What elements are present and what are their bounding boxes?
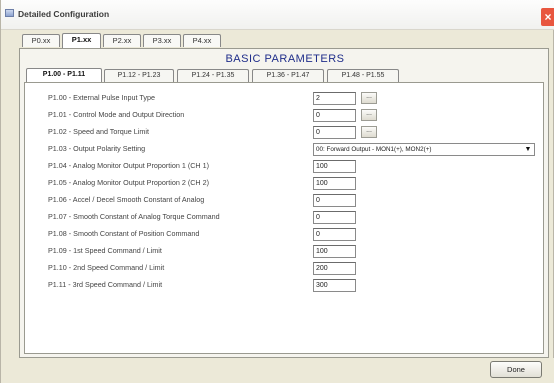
- param-row: P1.05 - Analog Monitor Output Proportion…: [25, 177, 545, 191]
- param-row: P1.02 - Speed and Torque Limit 0 ...: [25, 126, 545, 140]
- param-row: P1.00 - External Pulse Input Type 2 ...: [25, 92, 545, 106]
- param-value-field[interactable]: 0: [313, 228, 356, 241]
- param-label: P1.04 - Analog Monitor Output Proportion…: [48, 161, 210, 170]
- title-bar: Detailed Configuration ×: [1, 0, 554, 30]
- window-title: Detailed Configuration: [18, 9, 110, 19]
- subtab-p1-48-55[interactable]: P1.48 - P1.55: [327, 69, 399, 82]
- subtab-p1-12-23[interactable]: P1.12 - P1.23: [104, 69, 174, 82]
- tab-p0[interactable]: P0.xx: [22, 34, 60, 47]
- param-value-field[interactable]: 100: [313, 177, 356, 190]
- parameter-list: P1.00 - External Pulse Input Type 2 ... …: [24, 82, 544, 354]
- param-label: P1.02 - Speed and Torque Limit: [48, 127, 149, 136]
- param-row: P1.09 - 1st Speed Command / Limit 100: [25, 245, 545, 259]
- select-value: 00: Forward Output - MON1(+), MON2(+): [316, 146, 432, 153]
- param-label: P1.00 - External Pulse Input Type: [48, 93, 155, 102]
- param-row: P1.08 - Smooth Constant of Position Comm…: [25, 228, 545, 242]
- param-value-field[interactable]: 2: [313, 92, 356, 105]
- tab-p1[interactable]: P1.xx: [62, 33, 101, 48]
- tab-p3[interactable]: P3.xx: [143, 34, 181, 47]
- param-value-field[interactable]: 0: [313, 126, 356, 139]
- tab-p2[interactable]: P2.xx: [103, 34, 141, 47]
- param-label: P1.06 - Accel / Decel Smooth Constant of…: [48, 195, 205, 204]
- parameters-panel: BASIC PARAMETERS P1.00 - P1.11 P1.12 - P…: [19, 48, 549, 358]
- param-row: P1.07 - Smooth Constant of Analog Torque…: [25, 211, 545, 225]
- param-label: P1.09 - 1st Speed Command / Limit: [48, 246, 162, 255]
- param-label: P1.01 - Control Mode and Output Directio…: [48, 110, 185, 119]
- param-value-field[interactable]: 0: [313, 109, 356, 122]
- param-value-field[interactable]: 100: [313, 160, 356, 173]
- param-value-field[interactable]: 0: [313, 194, 356, 207]
- sub-tab-strip: P1.00 - P1.11 P1.12 - P1.23 P1.24 - P1.3…: [24, 68, 544, 83]
- subtab-p1-24-35[interactable]: P1.24 - P1.35: [177, 69, 249, 82]
- close-button[interactable]: ×: [541, 8, 554, 26]
- param-row: P1.06 - Accel / Decel Smooth Constant of…: [25, 194, 545, 208]
- param-row: P1.11 - 3rd Speed Command / Limit 300: [25, 279, 545, 293]
- param-row: P1.04 - Analog Monitor Output Proportion…: [25, 160, 545, 174]
- param-label: P1.05 - Analog Monitor Output Proportion…: [48, 178, 210, 187]
- param-label: P1.03 - Output Polarity Setting: [48, 144, 146, 153]
- window-app-icon: [5, 9, 14, 17]
- browse-button[interactable]: ...: [361, 126, 377, 138]
- panel-title: BASIC PARAMETERS: [225, 53, 345, 65]
- dialog-footer: Done: [1, 358, 554, 383]
- param-value-field[interactable]: 0: [313, 211, 356, 224]
- subtab-p1-36-47[interactable]: P1.36 - P1.47: [252, 69, 324, 82]
- param-label: P1.11 - 3rd Speed Command / Limit: [48, 280, 163, 289]
- browse-button[interactable]: ...: [361, 92, 377, 104]
- done-button[interactable]: Done: [490, 361, 542, 378]
- param-value-field[interactable]: 100: [313, 245, 356, 258]
- param-row: P1.03 - Output Polarity Setting 00: Forw…: [25, 143, 545, 157]
- config-window: Detailed Configuration × P0.xx P1.xx P2.…: [0, 0, 554, 383]
- param-row: P1.10 - 2nd Speed Command / Limit 200: [25, 262, 545, 276]
- param-label: P1.10 - 2nd Speed Command / Limit: [48, 263, 165, 272]
- param-label: P1.07 - Smooth Constant of Analog Torque…: [48, 212, 220, 221]
- tab-p4[interactable]: P4.xx: [183, 34, 221, 47]
- subtab-p1-00-11[interactable]: P1.00 - P1.11: [26, 68, 102, 83]
- param-row: P1.01 - Control Mode and Output Directio…: [25, 109, 545, 123]
- browse-button[interactable]: ...: [361, 109, 377, 121]
- param-value-field[interactable]: 200: [313, 262, 356, 275]
- param-label: P1.08 - Smooth Constant of Position Comm…: [48, 229, 200, 238]
- output-polarity-select[interactable]: 00: Forward Output - MON1(+), MON2(+) ▼: [313, 143, 535, 156]
- param-value-field[interactable]: 300: [313, 279, 356, 292]
- chevron-down-icon[interactable]: ▼: [523, 145, 533, 154]
